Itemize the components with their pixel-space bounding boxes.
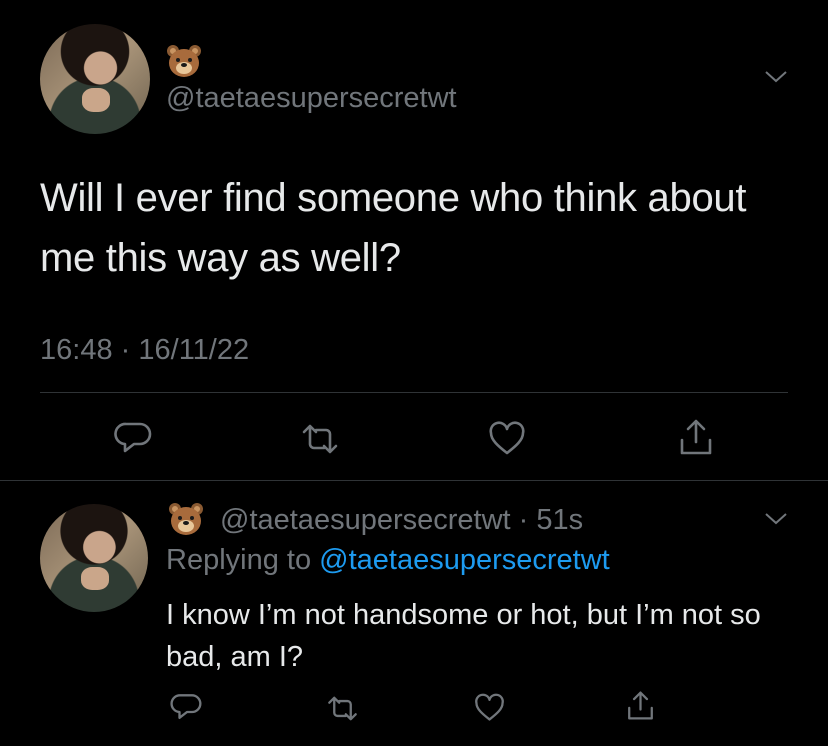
meta-separator: ·	[518, 504, 529, 536]
user-handle[interactable]: @taetaesupersecretwt	[220, 504, 511, 536]
share-icon[interactable]	[626, 690, 655, 721]
user-handle[interactable]: @taetaesupersecretwt	[166, 82, 457, 115]
display-name-bear-emoji[interactable]	[168, 502, 204, 536]
retweet-icon[interactable]	[300, 424, 340, 454]
tweet-text: Will I ever find someone who think about…	[40, 176, 747, 280]
avatar[interactable]	[40, 504, 148, 612]
like-icon[interactable]	[488, 421, 526, 456]
replying-to-line: Replying to @taetaesupersecretwt	[166, 544, 610, 577]
share-icon[interactable]	[678, 418, 714, 456]
reply-header[interactable]: @taetaesupersecretwt · 51s	[220, 504, 583, 537]
avatar-photo-detail	[81, 566, 110, 591]
avatar-photo-detail	[81, 87, 111, 112]
avatar[interactable]	[40, 24, 150, 134]
bear-face-icon	[169, 503, 203, 535]
display-name-bear-emoji[interactable]	[166, 44, 202, 78]
reply-icon[interactable]	[170, 692, 202, 722]
divider	[40, 392, 788, 393]
replying-to-link[interactable]: @taetaesupersecretwt	[319, 544, 610, 576]
chevron-down-icon[interactable]	[764, 70, 788, 84]
reply-text: I know I’m not handsome or hot, but I’m …	[166, 599, 761, 673]
replying-to-label: Replying to	[166, 544, 312, 576]
reply-icon[interactable]	[114, 420, 152, 456]
tweet-age[interactable]: 51s	[536, 504, 583, 536]
tweet-date: 16/11/22	[138, 334, 250, 366]
chevron-down-icon[interactable]	[764, 512, 788, 526]
retweet-icon[interactable]	[326, 696, 359, 721]
tweet-time: 16:48	[40, 334, 113, 366]
tweet-timestamp[interactable]: 16:48 · 16/11/22	[40, 334, 249, 367]
divider	[0, 480, 828, 481]
meta-separator: ·	[120, 334, 131, 366]
like-icon[interactable]	[474, 693, 505, 722]
bear-face-icon	[167, 45, 201, 77]
